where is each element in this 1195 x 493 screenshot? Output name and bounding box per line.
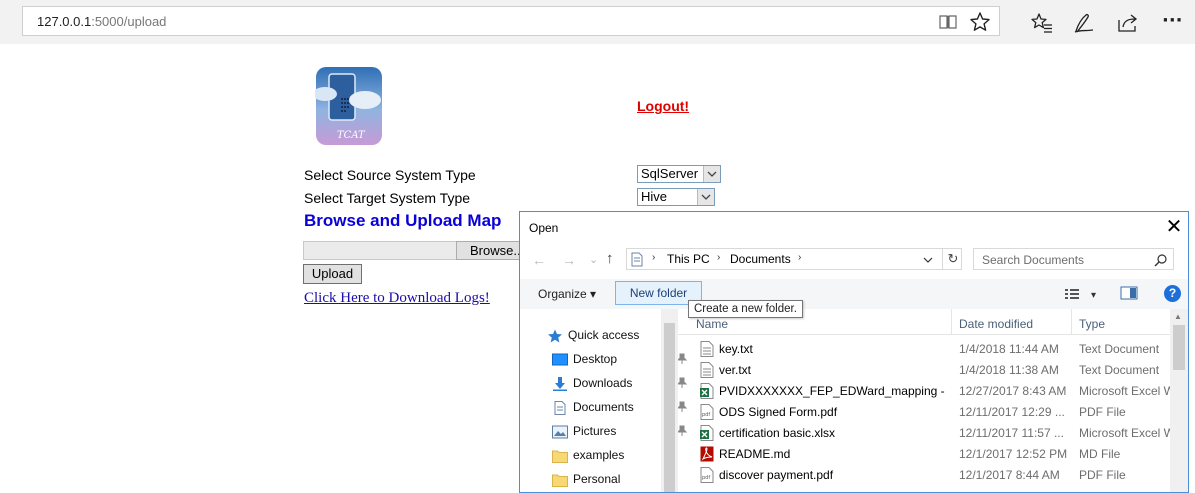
app-logo: TCAT bbox=[315, 67, 382, 145]
recent-locations-icon[interactable]: ⌄ bbox=[589, 253, 598, 266]
desktop-icon bbox=[552, 353, 568, 366]
help-icon[interactable]: ? bbox=[1164, 285, 1181, 302]
nav-pane-scrollbar[interactable] bbox=[661, 309, 678, 492]
column-type[interactable]: Type bbox=[1079, 317, 1105, 331]
breadcrumb-separator: › bbox=[717, 252, 721, 263]
acrobat-file-icon bbox=[700, 446, 714, 462]
chevron-down-icon bbox=[697, 189, 714, 205]
close-icon[interactable]: ✕ bbox=[1160, 216, 1188, 240]
column-date-modified[interactable]: Date modified bbox=[959, 317, 1033, 331]
quick-access-star-icon bbox=[548, 329, 562, 343]
refresh-icon[interactable]: ↻ bbox=[942, 249, 963, 269]
search-input[interactable]: Search Documents bbox=[973, 248, 1174, 270]
documents-location-icon bbox=[631, 252, 643, 267]
svg-text:pdf: pdf bbox=[702, 475, 710, 481]
file-row[interactable]: certification basic.xlsx 12/11/2017 11:5… bbox=[678, 423, 1170, 444]
source-system-value: SqlServer bbox=[641, 166, 699, 181]
browse-button[interactable]: Browse... bbox=[456, 241, 520, 260]
scroll-up-icon[interactable]: ▲ bbox=[1174, 312, 1182, 321]
target-system-label: Select Target System Type bbox=[304, 190, 471, 206]
folder-icon bbox=[552, 474, 568, 487]
forward-arrow-icon[interactable]: → bbox=[562, 252, 576, 268]
pdf-file-icon: pdf bbox=[700, 467, 714, 483]
column-divider[interactable] bbox=[951, 309, 952, 334]
navigation-pane: Quick access Desktop Downloads Documents bbox=[520, 309, 688, 492]
new-folder-tooltip: Create a new folder. bbox=[688, 300, 803, 318]
breadcrumb-documents[interactable]: Documents bbox=[730, 252, 791, 266]
logo-text: TCAT bbox=[337, 130, 366, 141]
organize-button[interactable]: Organize ▾ bbox=[538, 287, 596, 301]
browser-toolbar: 127.0.0.1:5000/upload ··· bbox=[0, 0, 1195, 44]
view-options-icon[interactable]: ▾ bbox=[1063, 286, 1103, 302]
upload-button[interactable]: Upload bbox=[303, 264, 362, 284]
file-row[interactable]: key.txt 1/4/2018 11:44 AM Text Document bbox=[678, 339, 1170, 360]
dialog-address-bar[interactable]: › This PC › Documents › bbox=[626, 248, 962, 270]
file-list-scrollbar[interactable]: ▲ bbox=[1170, 309, 1188, 492]
pen-icon[interactable] bbox=[1072, 11, 1096, 35]
pdf-file-icon: pdf bbox=[700, 404, 714, 420]
target-system-select[interactable]: Hive bbox=[637, 188, 715, 206]
chevron-down-icon[interactable] bbox=[923, 255, 933, 265]
documents-icon bbox=[554, 401, 566, 415]
file-row[interactable]: ver.txt 1/4/2018 11:38 AM Text Document bbox=[678, 360, 1170, 381]
file-path-field[interactable] bbox=[303, 241, 458, 260]
text-file-icon bbox=[700, 362, 714, 378]
svg-text:pdf: pdf bbox=[702, 412, 710, 418]
url-text: 127.0.0.1:5000/upload bbox=[37, 14, 167, 29]
file-row[interactable]: pdf discover payment.pdf 12/1/2017 8:44 … bbox=[678, 465, 1170, 486]
source-system-select[interactable]: SqlServer bbox=[637, 165, 721, 183]
chevron-down-icon bbox=[703, 166, 720, 182]
file-row[interactable]: README.md 12/1/2017 12:52 PM MD File bbox=[678, 444, 1170, 465]
search-icon bbox=[1154, 254, 1167, 267]
folder-icon bbox=[552, 450, 568, 463]
file-row[interactable]: pdf ODS Signed Form.pdf 12/11/2017 12:29… bbox=[678, 402, 1170, 423]
reading-view-icon[interactable] bbox=[937, 11, 959, 33]
source-system-label: Select Source System Type bbox=[304, 167, 476, 183]
file-row[interactable]: PVIDXXXXXXX_FEP_EDWard_mapping - S... 12… bbox=[678, 381, 1170, 402]
dialog-title: Open bbox=[529, 221, 559, 235]
open-file-dialog: Open ✕ ← → ⌄ ↑ › This PC › Documents › ↻… bbox=[519, 211, 1189, 493]
breadcrumb-separator: › bbox=[652, 252, 656, 263]
target-system-value: Hive bbox=[641, 189, 668, 204]
upload-heading: Browse and Upload Map bbox=[304, 211, 502, 230]
back-arrow-icon[interactable]: ← bbox=[532, 252, 546, 268]
column-name[interactable]: Name bbox=[696, 317, 728, 331]
column-divider[interactable] bbox=[1071, 309, 1072, 334]
excel-file-icon bbox=[700, 383, 714, 399]
up-arrow-icon[interactable]: ↑ bbox=[606, 250, 614, 267]
breadcrumb-this-pc[interactable]: This PC bbox=[667, 252, 710, 266]
search-placeholder: Search Documents bbox=[982, 253, 1085, 267]
download-logs-link[interactable]: Click Here to Download Logs! bbox=[304, 290, 490, 307]
excel-file-icon bbox=[700, 425, 714, 441]
view-dropdown-icon: ▾ bbox=[1091, 290, 1096, 301]
scrollbar-thumb[interactable] bbox=[1173, 325, 1185, 370]
text-file-icon bbox=[700, 341, 714, 357]
pictures-icon bbox=[552, 425, 568, 439]
logout-link[interactable]: Logout! bbox=[637, 98, 689, 114]
favorite-star-icon[interactable] bbox=[969, 11, 991, 33]
preview-pane-icon[interactable] bbox=[1120, 286, 1138, 300]
share-icon[interactable] bbox=[1116, 11, 1140, 35]
favorites-hub-icon[interactable] bbox=[1030, 11, 1054, 35]
scrollbar-thumb[interactable] bbox=[664, 323, 675, 492]
address-bar[interactable]: 127.0.0.1:5000/upload bbox=[22, 6, 1000, 36]
breadcrumb-separator: › bbox=[798, 252, 802, 263]
downloads-icon bbox=[553, 377, 567, 391]
more-icon[interactable]: ··· bbox=[1162, 10, 1183, 31]
file-list: key.txt 1/4/2018 11:44 AM Text Document … bbox=[678, 339, 1170, 492]
